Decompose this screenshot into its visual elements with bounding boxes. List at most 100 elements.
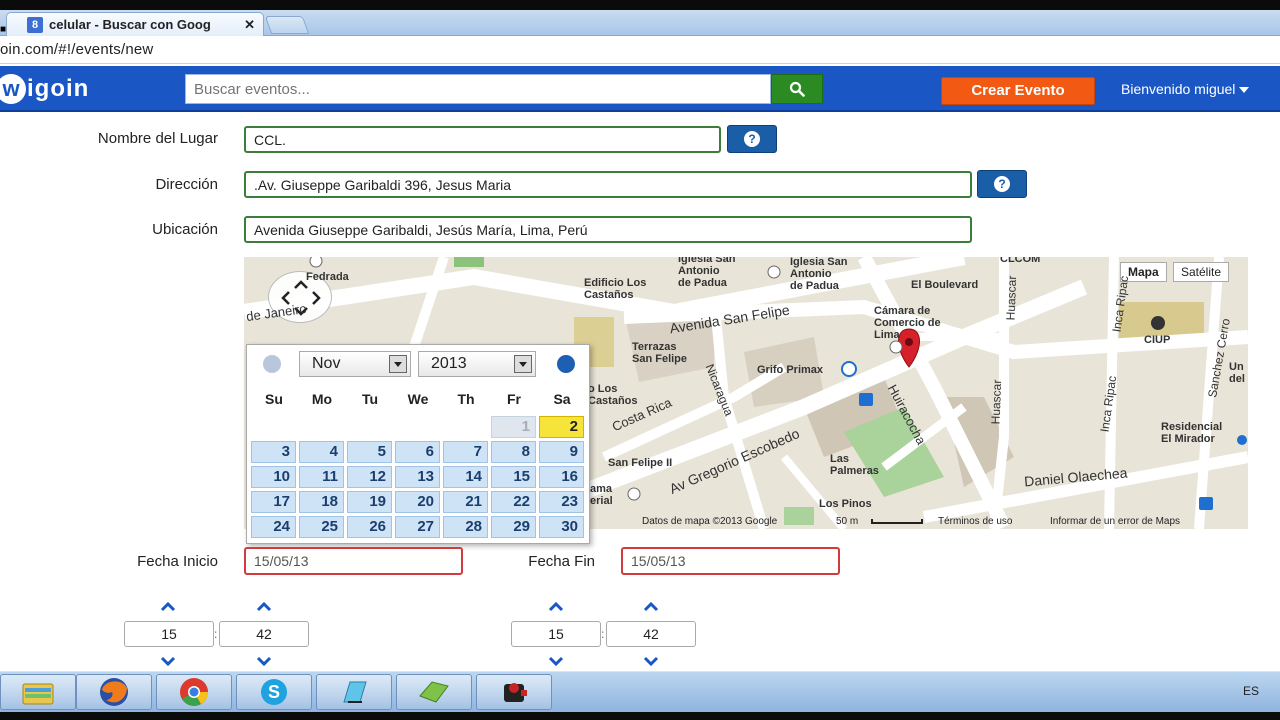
start-minute-down-icon[interactable] — [256, 656, 272, 666]
start-minute-input[interactable]: 42 — [219, 621, 309, 647]
end-minute-up-icon[interactable] — [643, 602, 659, 612]
logo-circle: w — [0, 74, 26, 104]
street-label: Huascar — [988, 379, 1005, 425]
address-bar[interactable]: oin.com/#!/events/new — [0, 36, 1280, 64]
taskbar-file-explorer[interactable] — [0, 674, 76, 710]
weekday-header: Th — [457, 391, 475, 407]
end-hour-up-icon[interactable] — [548, 602, 564, 612]
month-select[interactable]: Nov — [299, 351, 411, 377]
calendar-day[interactable]: 5 — [347, 441, 392, 463]
place-name-input[interactable] — [244, 126, 721, 153]
location-input[interactable] — [244, 216, 972, 243]
caret-down-icon — [1239, 87, 1250, 94]
calendar-day[interactable]: 4 — [299, 441, 344, 463]
calendar-day[interactable]: 29 — [491, 516, 536, 538]
end-date-input[interactable] — [621, 547, 840, 575]
calendar-day[interactable]: 16 — [539, 466, 584, 488]
end-minute-down-icon[interactable] — [643, 656, 659, 666]
end-minute-input[interactable]: 42 — [606, 621, 696, 647]
address-input[interactable] — [244, 171, 972, 198]
taskbar-camera-app[interactable] — [476, 674, 552, 710]
new-tab-button[interactable] — [264, 16, 310, 34]
calendar-day[interactable]: 3 — [251, 441, 296, 463]
address-help-button[interactable]: ? — [977, 170, 1027, 198]
calendar-day[interactable]: 17 — [251, 491, 296, 513]
tab-close-icon[interactable]: ✕ — [244, 17, 255, 33]
calendar-day[interactable]: 27 — [395, 516, 440, 538]
language-indicator[interactable]: ES — [1243, 684, 1259, 698]
calendar-day[interactable]: 13 — [395, 466, 440, 488]
start-hour-input[interactable]: 15 — [124, 621, 214, 647]
start-hour-down-icon[interactable] — [160, 656, 176, 666]
file-explorer-icon — [22, 683, 54, 705]
place-label: Cámara de Comercio de Lima — [874, 305, 941, 341]
calendar-day[interactable]: 9 — [539, 441, 584, 463]
place-label: Iglesia San Antonio de Padua — [790, 257, 848, 292]
place-label: Terrazas San Felipe — [632, 341, 688, 365]
calendar-day[interactable]: 7 — [443, 441, 488, 463]
calendar-day[interactable]: 11 — [299, 466, 344, 488]
tab-title: celular - Buscar con Goog — [49, 17, 211, 32]
notepad-icon — [343, 681, 367, 703]
year-select[interactable]: 2013 — [418, 351, 536, 377]
map-type-satellite-button[interactable]: Satélite — [1173, 262, 1230, 282]
place-help-button[interactable]: ? — [727, 125, 777, 153]
end-hour-input[interactable]: 15 — [511, 621, 601, 647]
site-header: w igoin Crear Evento Bienvenido miguel — [0, 66, 1280, 112]
prev-month-icon[interactable] — [263, 355, 281, 373]
calendar-day[interactable]: 6 — [395, 441, 440, 463]
calendar-day[interactable]: 23 — [539, 491, 584, 513]
place-label: Residencial El Mirador — [1161, 421, 1223, 445]
taskbar-notepad[interactable] — [316, 674, 392, 710]
weekday-header: Fr — [507, 391, 521, 407]
taskbar-chrome[interactable] — [156, 674, 232, 710]
calendar-day[interactable]: 2 — [539, 416, 584, 438]
map-report-link[interactable]: Informar de un error de Maps — [1050, 516, 1180, 527]
calendar-day[interactable]: 28 — [443, 516, 488, 538]
end-date-label: Fecha Fin — [528, 553, 595, 570]
next-month-icon[interactable] — [557, 355, 575, 373]
place-label: Iglesia San Antonio de Padua — [678, 257, 736, 289]
calendar-day[interactable]: 26 — [347, 516, 392, 538]
calendar-day[interactable]: 18 — [299, 491, 344, 513]
search-button[interactable] — [771, 74, 823, 104]
calendar-day[interactable]: 1 — [491, 416, 536, 438]
taskbar-firefox[interactable] — [76, 674, 152, 710]
taskbar-skype[interactable]: S — [236, 674, 312, 710]
skype-icon: S — [261, 679, 287, 705]
search-input[interactable] — [185, 74, 771, 104]
user-menu[interactable]: Bienvenido miguel — [1121, 81, 1250, 97]
calendar-day[interactable]: 14 — [443, 466, 488, 488]
calendar-day[interactable]: 12 — [347, 466, 392, 488]
place-label: Grifo Primax — [757, 364, 824, 376]
calendar-day[interactable]: 22 — [491, 491, 536, 513]
top-black-strip — [0, 0, 1280, 10]
browser-tab[interactable]: 8 celular - Buscar con Goog ✕ — [6, 12, 264, 36]
calendar-day[interactable]: 30 — [539, 516, 584, 538]
site-logo[interactable]: w igoin — [0, 74, 89, 104]
create-event-button[interactable]: Crear Evento — [941, 77, 1095, 105]
calendar-day[interactable]: 25 — [299, 516, 344, 538]
start-hour-up-icon[interactable] — [160, 602, 176, 612]
end-hour-down-icon[interactable] — [548, 656, 564, 666]
place-label: El Boulevard — [911, 279, 979, 291]
calendar-day[interactable]: 8 — [491, 441, 536, 463]
map-attribution: Datos de mapa ©2013 Google — [642, 516, 778, 527]
place-label: CIUP — [1144, 334, 1171, 346]
place-label: o Los Castaños — [588, 383, 638, 407]
map-terms-link[interactable]: Términos de uso — [938, 516, 1012, 527]
year-value: 2013 — [431, 355, 467, 372]
place-label: ama erial — [590, 483, 613, 507]
calendar-day[interactable]: 20 — [395, 491, 440, 513]
taskbar-green-app[interactable] — [396, 674, 472, 710]
calendar-day[interactable]: 19 — [347, 491, 392, 513]
calendar-day[interactable]: 21 — [443, 491, 488, 513]
calendar-day[interactable]: 15 — [491, 466, 536, 488]
chevron-down-icon — [514, 355, 532, 373]
weekday-header: Mo — [311, 391, 333, 407]
welcome-text: Bienvenido miguel — [1121, 81, 1236, 97]
google-favicon-icon: 8 — [27, 16, 43, 33]
calendar-day[interactable]: 24 — [251, 516, 296, 538]
calendar-day[interactable]: 10 — [251, 466, 296, 488]
start-minute-up-icon[interactable] — [256, 602, 272, 612]
